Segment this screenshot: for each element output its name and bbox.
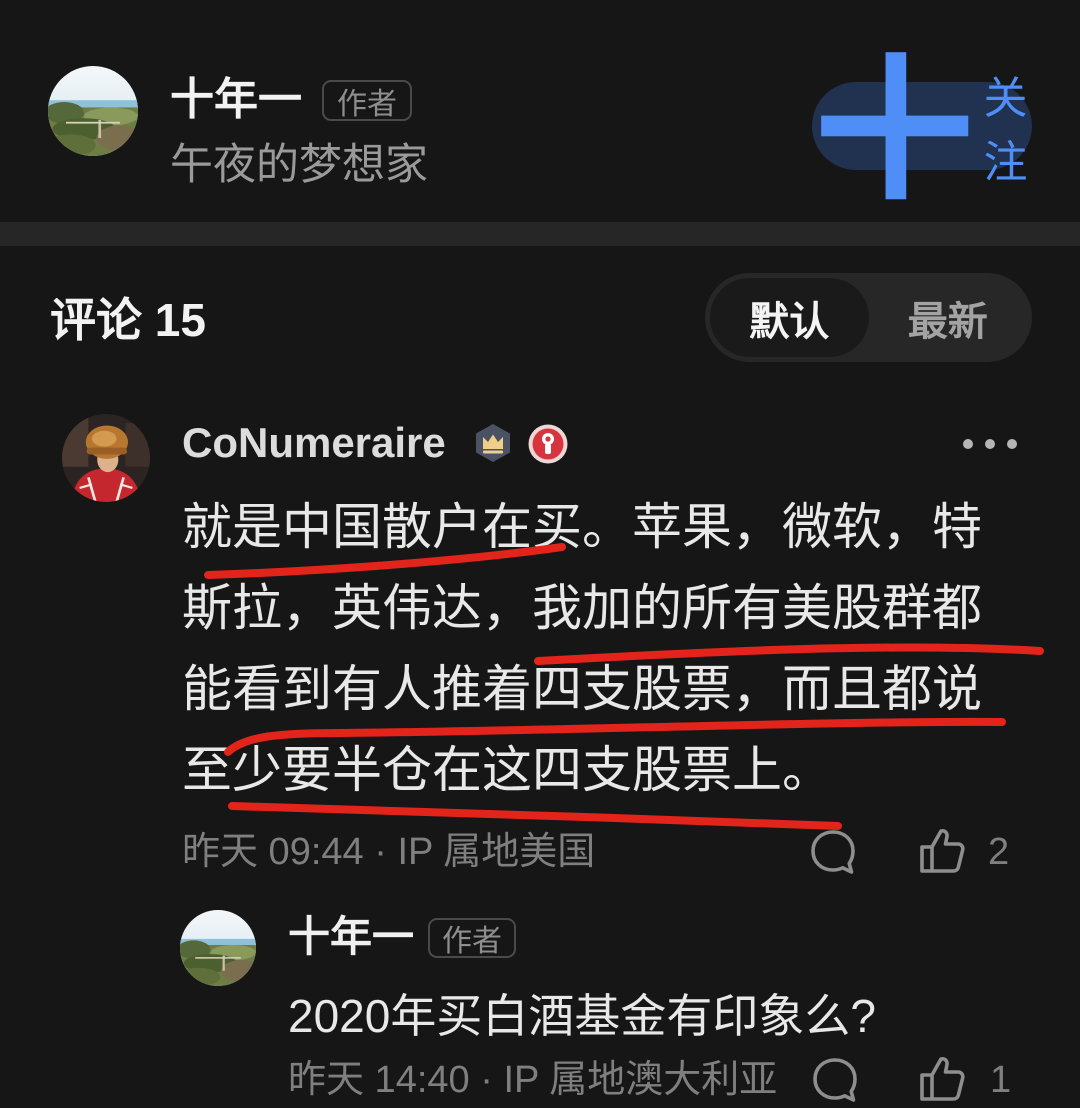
comment-text-line: 至少要半仓在这四支股票上。: [182, 742, 832, 798]
meta-separator: ·: [374, 831, 387, 873]
reply-time: 昨天 14:40: [288, 1059, 470, 1101]
more-options-icon[interactable]: [960, 432, 1020, 456]
author-signature: 午夜的梦想家: [170, 141, 428, 189]
comment-ip-location: IP 属地美国: [397, 831, 596, 873]
sort-tab-latest[interactable]: 最新: [869, 278, 1028, 357]
like-thumbs-up-icon[interactable]: [916, 1053, 968, 1105]
follow-label: 关注: [983, 74, 1028, 187]
commenter-name[interactable]: CoNumeraire: [182, 419, 446, 467]
reply-text: 2020年买白酒基金有印象么?: [288, 990, 876, 1042]
comments-count: 15: [154, 294, 206, 346]
reply-comment-icon[interactable]: [810, 1055, 860, 1105]
like-count: 2: [988, 831, 1010, 873]
reply-ip-location: IP 属地澳大利亚: [503, 1059, 778, 1101]
plus-icon: [812, 43, 977, 208]
sort-toggle: 默认 最新: [705, 273, 1032, 362]
sort-tab-default[interactable]: 默认: [710, 278, 869, 357]
follow-button[interactable]: 关注: [812, 52, 1032, 200]
comments-title-label: 评论: [50, 294, 142, 346]
comment-time: 昨天 09:44: [182, 831, 364, 873]
reply-author-name[interactable]: 十年一: [288, 913, 414, 961]
crown-badge-icon[interactable]: [472, 422, 514, 464]
beach-avatar-image: [48, 66, 138, 156]
reply-like-count: 1: [990, 1059, 1012, 1101]
reply-comment-icon[interactable]: [808, 827, 858, 877]
comment-text: 就是中国散户在买。苹果，微软，特 斯拉，英伟达，我加的所有美股群都 能看到有人推…: [182, 487, 982, 811]
author-avatar[interactable]: [48, 66, 138, 156]
like-thumbs-up-icon[interactable]: [916, 825, 968, 877]
person-avatar-image: [62, 414, 150, 502]
reply-meta: 昨天 14:40 · IP 属地澳大利亚: [288, 1058, 777, 1102]
comment-text-line: 能看到有人推着四支股票，而且都说: [182, 661, 982, 717]
section-divider: [0, 222, 1080, 246]
red-medal-icon[interactable]: [527, 423, 569, 465]
meta-separator: ·: [480, 1059, 493, 1101]
reply-author-avatar[interactable]: [180, 910, 256, 986]
beach-avatar-image: [180, 910, 256, 986]
comments-title: 评论 15: [50, 294, 206, 346]
commenter-avatar[interactable]: [62, 414, 150, 502]
comment-text-line: 就是中国散户在买。苹果，微软，特: [182, 499, 982, 555]
comment-text-line: 斯拉，英伟达，我加的所有美股群都: [182, 580, 982, 636]
author-name[interactable]: 十年一: [170, 76, 302, 124]
author-header: 十年一 作者 午夜的梦想家 关注: [0, 0, 1080, 222]
author-badge: 作者: [322, 80, 412, 121]
reply-author-badge: 作者: [428, 918, 516, 958]
comment-meta: 昨天 09:44 · IP 属地美国: [182, 830, 595, 874]
